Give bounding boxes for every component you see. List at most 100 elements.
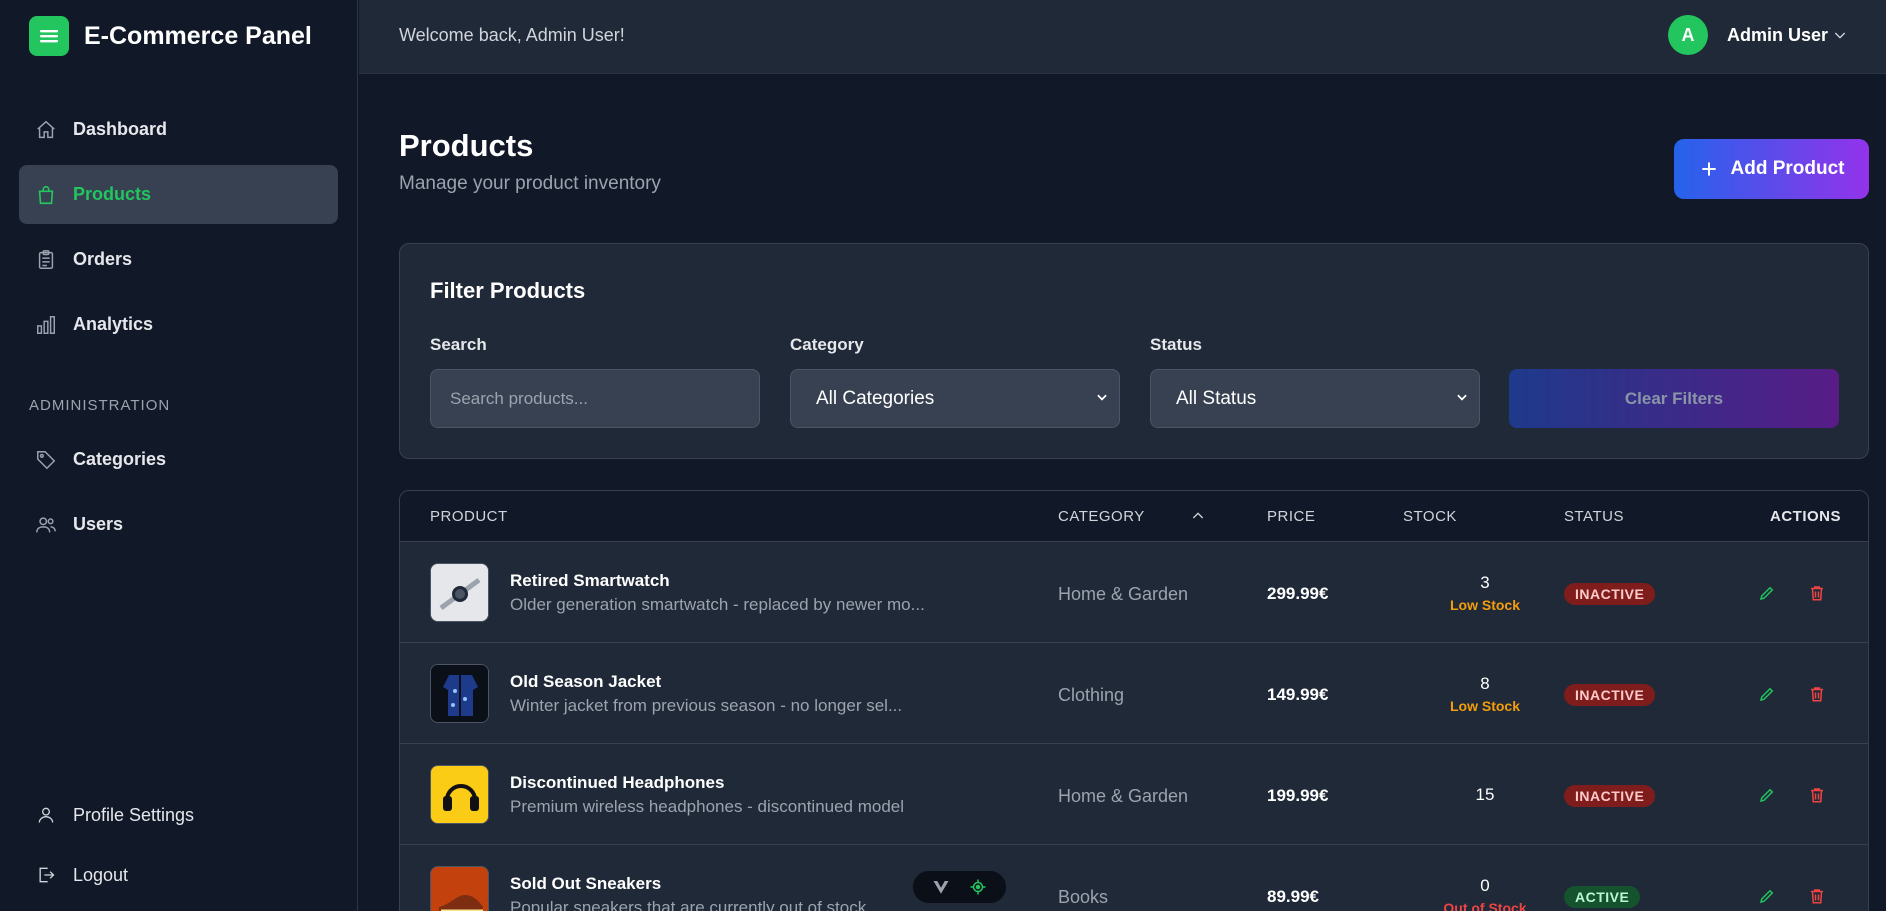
table-row: Sold Out Sneakers Popular sneakers that … [400,845,1868,911]
sidebar: E-Commerce Panel Dashboard Products Orde… [0,0,358,911]
product-thumbnail [430,866,489,911]
edit-icon[interactable] [1756,582,1778,604]
filter-title: Filter Products [430,278,586,303]
sidebar-item-profile-settings[interactable]: Profile Settings [19,795,338,835]
category-label: Category [790,335,864,354]
plus-icon [1699,159,1719,179]
product-description: Older generation smartwatch - replaced b… [510,595,925,614]
delete-icon[interactable] [1806,885,1828,907]
floating-devtools-bar [912,870,1007,904]
sidebar-item-label: Analytics [73,314,154,334]
table-row: Retired Smartwatch Older generation smar… [400,542,1868,643]
avatar: A [1667,15,1708,55]
filter-panel: Filter Products Search Search products..… [399,243,1869,459]
search-label: Search [430,335,487,354]
app-root: E-Commerce Panel Dashboard Products Orde… [0,0,1886,911]
section-label-administration: ADMINISTRATION [29,397,171,414]
status-select-value: All Status [1176,387,1257,409]
category-select-value: All Categories [816,387,935,409]
edit-icon[interactable] [1756,683,1778,705]
products-table: PRODUCT CATEGORY PRICE STOCK STATUS ACTI… [399,490,1869,911]
user-menu[interactable]: A Admin User [1667,15,1848,55]
user-icon [34,803,58,827]
sidebar-item-logout[interactable]: Logout [19,855,338,895]
column-header-price: PRICE [1267,508,1316,525]
product-category: Home & Garden [1058,786,1189,806]
sort-ascending-icon[interactable] [1190,508,1206,524]
sidebar-item-orders[interactable]: Orders [19,230,338,289]
sidebar-item-label: Profile Settings [73,804,195,825]
delete-icon[interactable] [1806,582,1828,604]
welcome-text: Welcome back, Admin User! [399,25,625,45]
shopping-bag-icon [34,183,58,207]
status-badge: INACTIVE [1564,785,1656,807]
sidebar-item-label: Orders [73,249,133,269]
search-input[interactable]: Search products... [430,369,760,428]
product-name: Retired Smartwatch [510,571,670,590]
sidebar-item-label: Products [73,184,152,204]
sidebar-item-label: Logout [73,864,129,885]
column-header-status: STATUS [1564,508,1624,525]
stock-note: Low Stock [1449,597,1520,613]
product-description: Popular sneakers that are currently out … [510,898,867,911]
users-icon [34,513,58,537]
bar-chart-icon [34,313,58,337]
column-header-actions: ACTIONS [1770,508,1841,525]
sidebar-item-label: Users [73,514,124,534]
delete-icon[interactable] [1806,683,1828,705]
category-select[interactable]: All Categories [790,369,1120,428]
product-thumbnail [430,664,489,723]
sidebar-item-users[interactable]: Users [19,495,338,554]
product-price: 299.99€ [1267,584,1329,603]
product-description: Winter jacket from previous season - no … [510,696,903,715]
sidebar-item-dashboard[interactable]: Dashboard [19,100,338,159]
product-name: Discontinued Headphones [510,773,725,792]
menu-icon[interactable] [29,16,69,56]
sidebar-item-products[interactable]: Products [19,165,338,224]
product-category: Home & Garden [1058,584,1189,604]
edit-icon[interactable] [1756,885,1778,907]
product-thumbnail [430,563,489,622]
chevron-down-icon [1455,388,1469,410]
status-select[interactable]: All Status [1150,369,1480,428]
page-subtitle: Manage your product inventory [399,173,661,194]
column-header-category[interactable]: CATEGORY [1058,508,1145,525]
status-label: Status [1150,335,1202,354]
product-thumbnail [430,765,489,824]
brand: E-Commerce Panel [29,16,312,56]
add-product-button[interactable]: Add Product [1674,139,1869,199]
column-header-product: PRODUCT [430,508,508,525]
target-icon[interactable] [966,875,990,899]
table-header: PRODUCT CATEGORY PRICE STOCK STATUS ACTI… [400,491,1868,542]
home-icon [34,118,58,142]
status-badge: INACTIVE [1564,583,1656,605]
product-name: Sold Out Sneakers [510,874,662,893]
product-stock: 15 [1475,785,1495,804]
edit-icon[interactable] [1756,784,1778,806]
page-title: Products [399,128,534,163]
column-header-stock: STOCK [1403,508,1457,525]
chevron-down-icon [1095,388,1109,410]
clear-filters-button[interactable]: Clear Filters [1509,369,1839,428]
product-price: 199.99€ [1267,786,1329,805]
sidebar-item-label: Categories [73,449,167,469]
chevron-down-icon [1832,27,1848,43]
delete-icon[interactable] [1806,784,1828,806]
product-stock: 3 [1480,573,1490,592]
product-name: Old Season Jacket [510,672,662,691]
product-category: Books [1058,887,1109,907]
logout-icon [34,863,58,887]
sidebar-item-analytics[interactable]: Analytics [19,295,338,354]
stock-note: Low Stock [1449,698,1520,714]
stock-note: Out of Stock [1443,900,1527,911]
sidebar-item-categories[interactable]: Categories [19,430,338,489]
product-category: Clothing [1058,685,1125,705]
product-description: Premium wireless headphones - discontinu… [510,797,905,816]
vue-logo-icon[interactable] [929,875,953,899]
add-product-label: Add Product [1730,158,1845,179]
sidebar-item-label: Dashboard [73,119,168,139]
status-badge: INACTIVE [1564,684,1656,706]
product-stock: 0 [1480,876,1490,895]
brand-title: E-Commerce Panel [84,21,312,50]
topbar: Welcome back, Admin User! A Admin User [359,0,1886,74]
